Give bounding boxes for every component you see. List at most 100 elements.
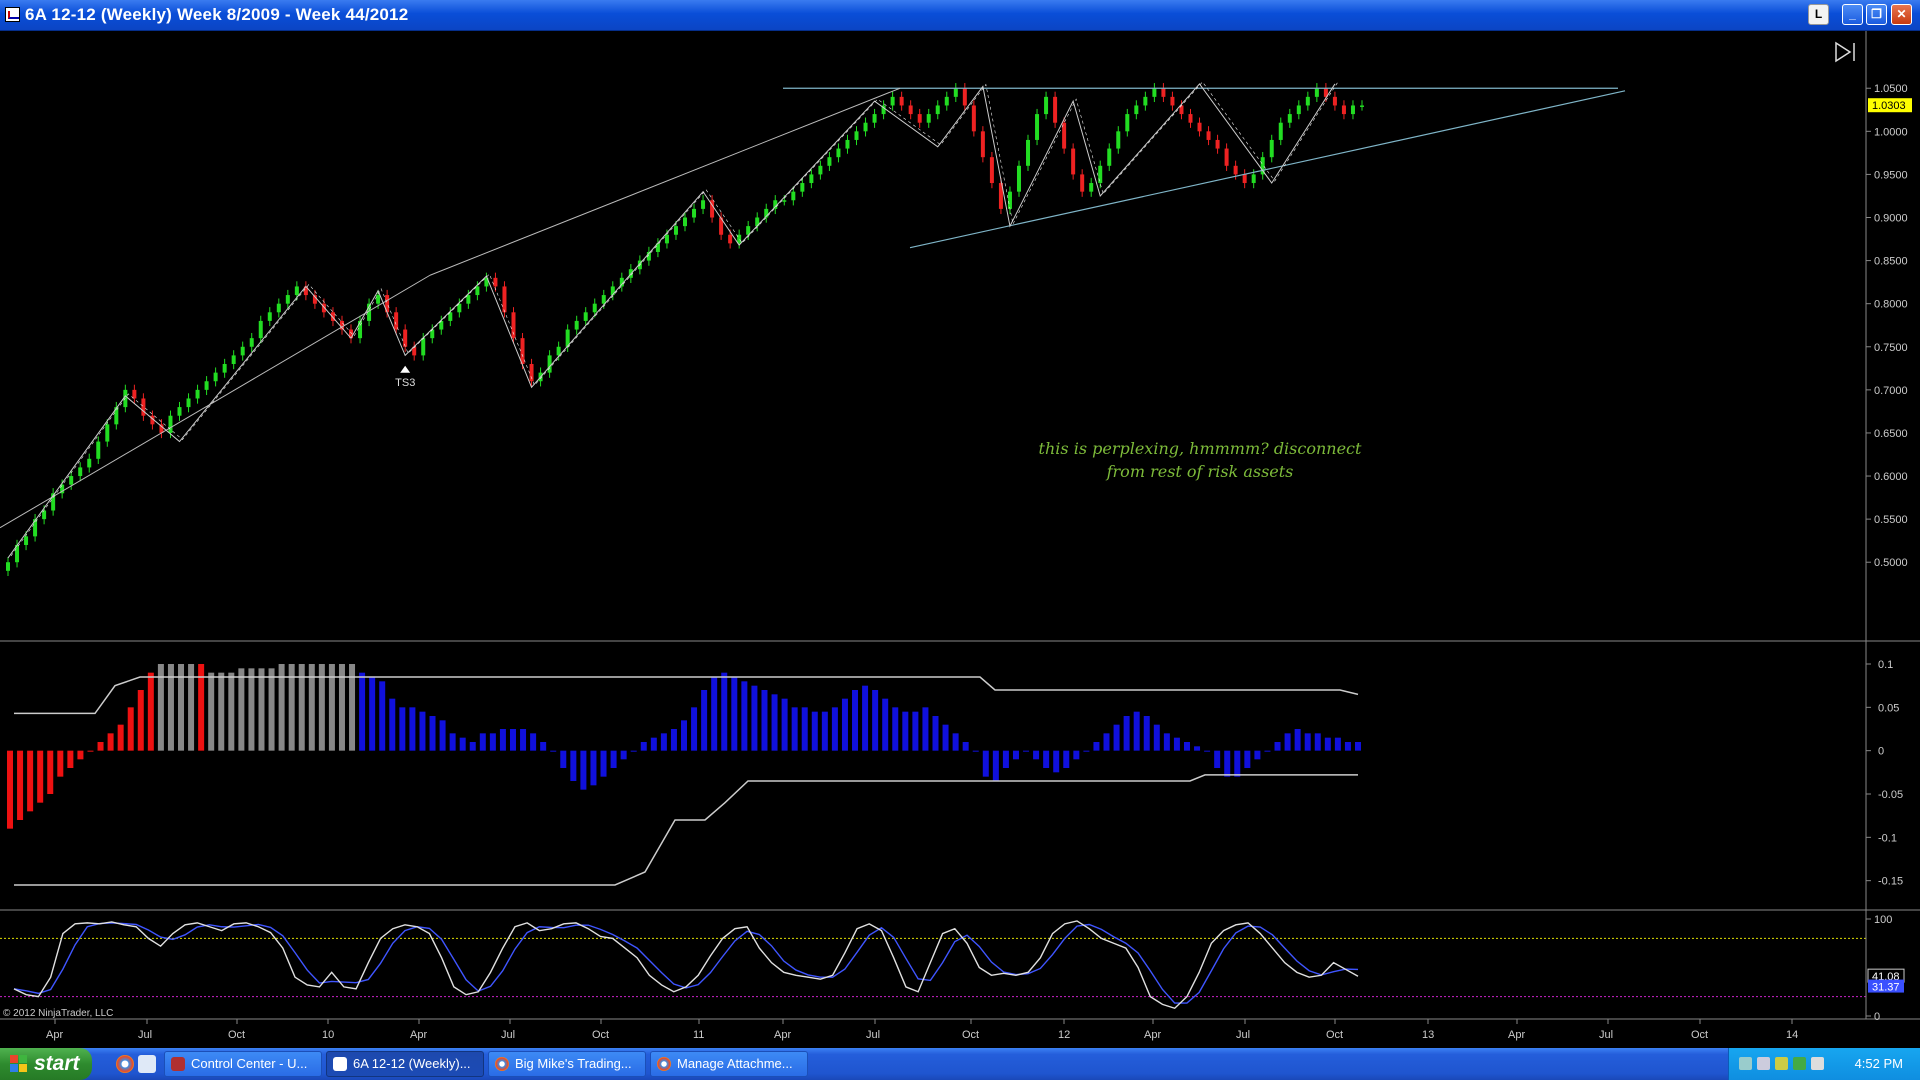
candle-body	[908, 105, 913, 115]
histogram-bar	[359, 672, 366, 751]
histogram-bar	[912, 711, 919, 751]
system-tray: 4:52 PM	[1728, 1048, 1920, 1080]
link-button[interactable]: L	[1808, 4, 1829, 25]
histogram-bar	[228, 672, 235, 751]
security-icon[interactable]	[1775, 1057, 1788, 1070]
histogram-bar	[17, 750, 24, 820]
chart-canvas[interactable]: TS3 1.0500 1.0000 0.9500 0.9000 0.8500 0.8000…	[0, 31, 1920, 1048]
histogram-bar	[862, 685, 869, 751]
histogram-bar	[882, 698, 889, 751]
app-quicklaunch-icon[interactable]	[138, 1055, 156, 1073]
x-tick-label: 10	[322, 1029, 334, 1041]
chrome-icon	[495, 1057, 509, 1071]
candle-body	[1341, 105, 1346, 115]
candle-body	[267, 312, 272, 321]
histogram-bar	[7, 750, 13, 829]
scroll-end-icon[interactable]	[1835, 41, 1855, 63]
chrome-quicklaunch-icon[interactable]	[116, 1055, 134, 1073]
histogram-bar	[409, 707, 416, 751]
trend-line	[429, 87, 901, 276]
display-icon[interactable]	[1757, 1057, 1770, 1070]
candle-body	[520, 338, 525, 365]
zigzag-line	[7, 83, 1336, 559]
histogram-bar	[469, 742, 476, 751]
candle-body	[1053, 96, 1058, 123]
task-manage-attachments[interactable]: Manage Attachme...	[650, 1051, 808, 1077]
ts3-marker-icon	[400, 365, 411, 373]
network-icon[interactable]	[1739, 1057, 1752, 1070]
task-control-center[interactable]: Control Center - U...	[164, 1051, 322, 1077]
start-button[interactable]: start	[0, 1048, 92, 1080]
histogram-bar	[117, 724, 124, 751]
candle-body	[1188, 114, 1193, 123]
histogram-bar	[560, 750, 567, 768]
histogram-bar	[701, 690, 708, 751]
histogram-bar	[811, 711, 818, 751]
histogram-bar	[530, 733, 537, 751]
histogram-bar	[952, 733, 959, 751]
candle-body	[240, 346, 245, 356]
candle-body	[782, 200, 787, 202]
candle-body	[683, 217, 687, 227]
histogram-bar	[1264, 750, 1271, 752]
stoch-d-value: 31.37	[1872, 982, 1900, 994]
candle-body	[376, 295, 381, 304]
chart-icon	[333, 1057, 347, 1071]
candle-body	[899, 96, 904, 106]
histogram-bar	[520, 729, 527, 751]
close-button[interactable]: ✕	[1891, 4, 1912, 25]
y-tick-label: 0	[1878, 746, 1884, 758]
y-tick-label: 1.0500	[1874, 83, 1908, 95]
candle-body	[1134, 105, 1139, 115]
x-tick-label: 12	[1058, 1029, 1070, 1041]
histogram-bar	[1204, 750, 1211, 752]
restore-button[interactable]: ❐	[1866, 4, 1887, 25]
candle-body	[285, 295, 290, 304]
histogram-bar	[258, 668, 265, 751]
candle-body	[1026, 139, 1031, 166]
candle-body	[926, 114, 931, 123]
histogram-bar	[208, 672, 215, 751]
candle-body	[836, 148, 841, 158]
histogram-bar	[238, 668, 245, 751]
candle-body	[222, 364, 227, 373]
candle-body	[1197, 122, 1202, 132]
window-titlebar[interactable]: 6A 12-12 (Weekly) Week 8/2009 - Week 44/…	[0, 0, 1920, 31]
histogram-bar	[57, 750, 64, 777]
ninjatrader-icon	[171, 1057, 185, 1071]
histogram-bar	[1234, 750, 1241, 777]
histogram-bar	[1254, 750, 1261, 760]
x-tick-label: Jul	[138, 1029, 152, 1041]
candle-body	[421, 338, 426, 356]
volume-icon[interactable]	[1811, 1057, 1824, 1070]
histogram-bar	[67, 750, 74, 768]
histogram-bar	[379, 681, 386, 751]
chart-area[interactable]: TS3 1.0500 1.0000 0.9500 0.9000 0.8500 0.8000…	[0, 31, 1920, 1048]
candle-body	[1296, 105, 1301, 115]
candle-body	[403, 329, 408, 347]
candle-body	[276, 303, 281, 313]
candle-body	[1269, 139, 1274, 158]
candle-body	[1116, 131, 1121, 149]
histogram-bar	[1214, 750, 1221, 768]
candle-body	[1314, 88, 1319, 97]
candle-body	[69, 476, 74, 485]
task-big-mikes[interactable]: Big Mike's Trading...	[488, 1051, 646, 1077]
histogram-bar	[218, 672, 225, 751]
candle-body	[917, 114, 922, 123]
candle-body	[827, 157, 832, 166]
histogram-bar	[77, 750, 84, 760]
histogram-bar	[1123, 716, 1130, 751]
histogram-bar	[540, 742, 547, 751]
histogram-bar	[640, 742, 647, 751]
candle-body	[944, 96, 949, 106]
candle-body	[1016, 165, 1021, 192]
histogram-bar	[1274, 742, 1281, 751]
task-chart-window[interactable]: 6A 12-12 (Weekly)...	[326, 1051, 484, 1077]
histogram-bar	[741, 681, 748, 751]
y-tick-label: 0.1	[1878, 659, 1893, 671]
histogram-bar	[248, 668, 255, 751]
update-icon[interactable]	[1793, 1057, 1806, 1070]
histogram-bar	[1083, 750, 1090, 752]
minimize-button[interactable]: _	[1842, 4, 1863, 25]
